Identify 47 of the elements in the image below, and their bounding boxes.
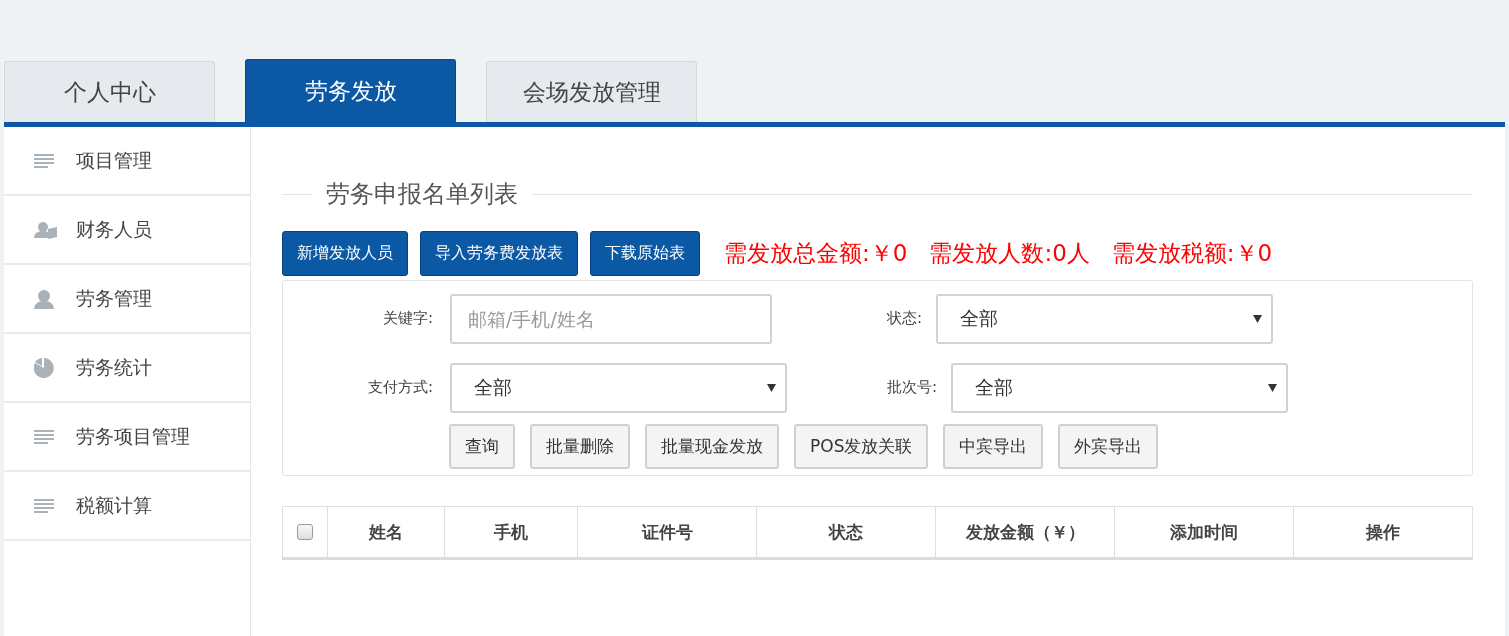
dropdown[interactable]: 全部 [450,362,787,413]
sidebar-item[interactable]: 税额计算 [4,472,250,541]
sidebar-item[interactable]: 财务人员 [4,196,250,265]
caret-icon [767,383,776,392]
field-label: 状态: [885,309,922,328]
caret-icon [1253,314,1262,323]
search-field[interactable]: 邮箱/手机/姓名 [450,293,772,344]
list-lines-icon [34,153,54,168]
column-header: 姓名 [328,507,445,557]
sidebar-item[interactable]: 劳务项目管理 [4,403,250,472]
action-button[interactable]: 导入劳务费发放表 [420,231,578,276]
summary-text: 需发放总金额:￥0 [724,239,908,268]
column-header: 手机 [445,507,578,557]
person-icon [34,288,54,309]
sidebar-item[interactable]: 项目管理 [4,127,250,196]
column-header: 发放金额（￥） [936,507,1115,557]
section-title: 劳务申报名单列表 [325,179,519,210]
tab[interactable]: 会场发放管理 [486,61,697,122]
field-label: 批次号: [885,378,937,397]
list-lines-icon [34,429,54,444]
dropdown[interactable]: 全部 [951,362,1288,413]
filter-button[interactable]: 中宾导出 [943,424,1044,469]
action-button[interactable]: 下载原始表 [590,231,700,276]
filter-button[interactable]: 查询 [449,424,515,469]
select-all-checkbox[interactable] [297,524,313,540]
column-header: 证件号 [578,507,757,557]
tab[interactable]: 劳务发放 [245,59,456,122]
column-header: 添加时间 [1115,507,1294,557]
action-button[interactable]: 新增发放人员 [282,231,408,276]
list-lines-icon [34,498,54,513]
person-card-icon [34,220,58,239]
column-header: 操作 [1364,520,1401,544]
filter-button[interactable]: POS发放关联 [794,424,929,469]
pie-chart-icon [34,357,54,378]
sidebar-item[interactable]: 劳务统计 [4,334,250,403]
filter-button[interactable]: 外宾导出 [1058,424,1159,469]
sidebar-item[interactable]: 劳务管理 [4,265,250,334]
summary-text: 需发放人数:0人 [929,239,1090,268]
summary-text: 需发放税额:￥0 [1111,239,1273,268]
field-label: 关键字: [381,309,433,328]
filter-button[interactable]: 批量现金发放 [645,424,779,469]
tab[interactable]: 个人中心 [4,61,215,122]
caret-icon [1268,383,1277,392]
field-label: 支付方式: [366,378,433,397]
dropdown[interactable]: 全部 [936,293,1273,344]
filter-button[interactable]: 批量删除 [530,424,630,469]
column-header: 状态 [757,507,936,557]
